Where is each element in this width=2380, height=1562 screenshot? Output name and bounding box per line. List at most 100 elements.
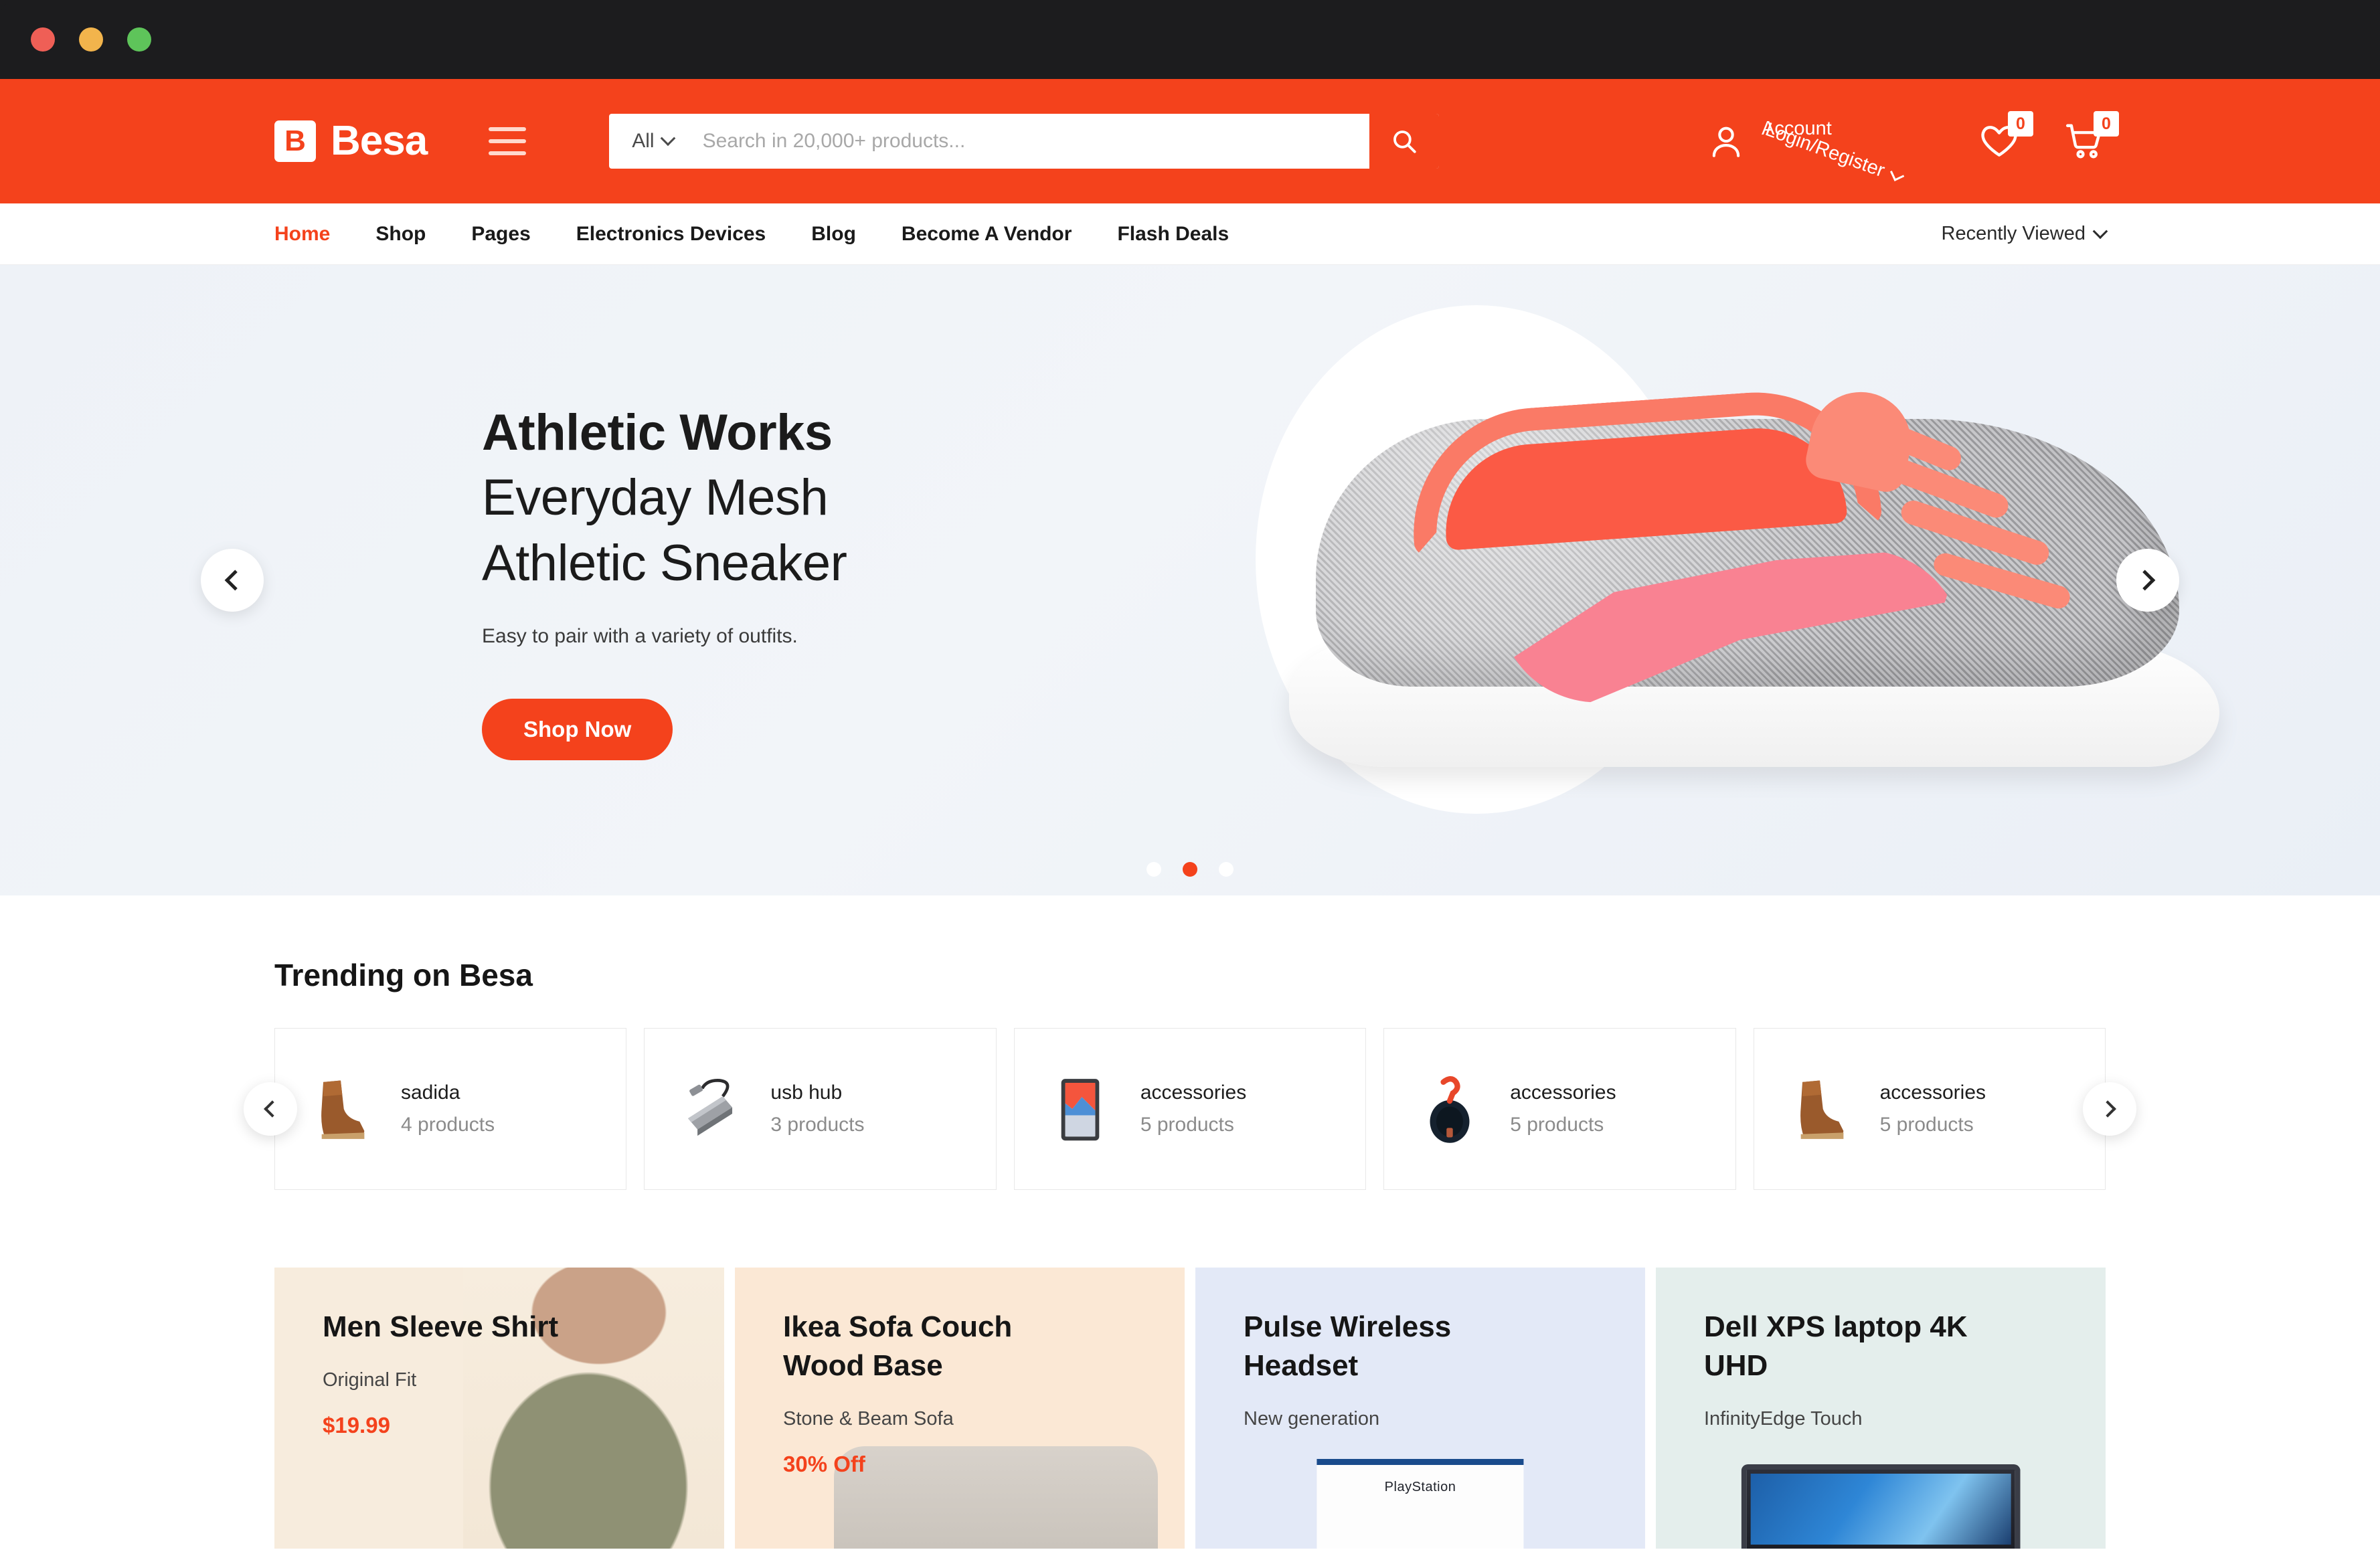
hero-subtitle: Easy to pair with a variety of outfits.	[482, 624, 798, 647]
recently-viewed-label: Recently Viewed	[1941, 223, 2086, 244]
trending-card-count: 5 products	[1510, 1114, 1604, 1136]
nav-item-pages[interactable]: Pages	[448, 223, 553, 246]
search-input[interactable]	[690, 114, 1370, 169]
promo-image-laptop	[1741, 1464, 2021, 1549]
shop-now-button[interactable]: Shop Now	[482, 698, 673, 760]
page-viewport: B Besa All Search in 20,000+ products...…	[0, 79, 2380, 1562]
wishlist-button[interactable]: 0	[1978, 111, 2033, 162]
hero-next-button[interactable]	[2116, 549, 2179, 612]
brand-mark-icon: B	[274, 120, 316, 162]
promo-card-pulse-headset[interactable]: PlayStation Pulse Wireless Headset New g…	[1195, 1268, 1645, 1549]
maximize-window-button[interactable]	[127, 27, 151, 52]
chevron-right-icon	[2099, 1100, 2116, 1118]
promo-image-playstation-box: PlayStation	[1316, 1458, 1524, 1549]
header-action-icons: 0 0	[1978, 111, 2119, 162]
chevron-down-icon	[1889, 167, 1905, 181]
trending-card[interactable]: usb hub 3 products	[644, 1028, 997, 1190]
promo-title: Pulse Wireless Headset	[1244, 1310, 1452, 1383]
nav-item-home[interactable]: Home	[274, 223, 353, 246]
hero-slide-dot[interactable]	[1219, 862, 1234, 877]
promo-subtitle: InfinityEdge Touch	[1704, 1408, 1863, 1430]
hero-text-block: Athletic Works Everyday Mesh Athletic Sn…	[274, 400, 944, 760]
trending-prev-button[interactable]	[244, 1082, 297, 1136]
trending-card-count: 3 products	[770, 1114, 865, 1136]
trending-card-count: 5 products	[1879, 1114, 1974, 1136]
boot-icon	[1777, 1066, 1863, 1152]
trending-card[interactable]: accessories 5 products	[1013, 1028, 1367, 1190]
window-controls	[31, 27, 151, 52]
trending-card-meta: accessories 5 products	[1510, 1081, 1616, 1136]
usb-hub-icon	[667, 1066, 753, 1152]
search-bar: All	[609, 114, 1440, 169]
promo-title: Ikea Sofa Couch Wood Base	[783, 1310, 1013, 1383]
promo-card-body: Men Sleeve Shirt Original Fit $19.99	[274, 1268, 724, 1438]
hamburger-bar	[489, 139, 527, 143]
promo-price: 30% Off	[783, 1452, 865, 1477]
hero-slide-dot[interactable]	[1146, 862, 1161, 877]
trending-card[interactable]: sadida 4 products	[274, 1028, 627, 1190]
nav-links: Home Shop Pages Electronics Devices Blog…	[274, 223, 1252, 246]
trending-card-meta: accessories 5 products	[1880, 1081, 1986, 1136]
promo-card-dell-xps[interactable]: Dell XPS laptop 4K UHD InfinityEdge Touc…	[1656, 1268, 2106, 1549]
minimize-window-button[interactable]	[79, 27, 103, 52]
close-window-button[interactable]	[31, 27, 55, 52]
promo-title: Men Sleeve Shirt	[323, 1310, 559, 1343]
hero-title-bold: Athletic Works	[482, 404, 833, 462]
hero-prev-button[interactable]	[201, 549, 264, 612]
chevron-right-icon	[2134, 570, 2156, 591]
hero-title: Athletic Works Everyday Mesh Athletic Sn…	[482, 400, 944, 596]
nav-item-electronics-devices[interactable]: Electronics Devices	[554, 223, 789, 246]
account-menu[interactable]: Account Login/Register	[1707, 116, 1909, 181]
promo-subtitle: Stone & Beam Sofa	[783, 1408, 954, 1430]
chevron-left-icon	[264, 1100, 281, 1118]
nav-item-become-a-vendor[interactable]: Become A Vendor	[879, 223, 1095, 246]
trending-section: Trending on Besa sadida 4 products usb h…	[0, 895, 2380, 1549]
playstation-logo-label: PlayStation	[1384, 1479, 1456, 1494]
promo-card-body: Pulse Wireless Headset New generation	[1195, 1268, 1645, 1430]
trending-next-button[interactable]	[2083, 1082, 2136, 1136]
trending-carousel: sadida 4 products usb hub 3 products acc…	[244, 1028, 2136, 1190]
search-category-label: All	[632, 130, 655, 152]
user-icon	[1707, 122, 1746, 161]
promo-card-row: Men Sleeve Shirt Original Fit $19.99 Ike…	[274, 1268, 2106, 1549]
brand-logo[interactable]: B Besa	[274, 118, 428, 164]
recently-viewed-dropdown[interactable]: Recently Viewed	[1941, 223, 2108, 245]
promo-subtitle: Original Fit	[323, 1369, 417, 1391]
promo-card-body: Ikea Sofa Couch Wood Base Stone & Beam S…	[735, 1268, 1185, 1477]
trending-card-meta: usb hub 3 products	[770, 1081, 864, 1136]
site-header: B Besa All Search in 20,000+ products...…	[0, 79, 2380, 203]
search-category-dropdown[interactable]: All	[609, 130, 690, 153]
search-icon	[1393, 131, 1416, 153]
browser-window: B Besa All Search in 20,000+ products...…	[0, 0, 2380, 1562]
cart-count-badge: 0	[2094, 111, 2119, 137]
promo-card-ikea-sofa[interactable]: Ikea Sofa Couch Wood Base Stone & Beam S…	[735, 1268, 1185, 1549]
hero-product-image	[1162, 265, 2260, 895]
hamburger-icon[interactable]	[489, 127, 529, 155]
trending-card-meta: accessories 5 products	[1140, 1081, 1246, 1136]
search-submit-button[interactable]	[1369, 114, 1440, 169]
main-navigation: Home Shop Pages Electronics Devices Blog…	[0, 203, 2380, 265]
trending-card[interactable]: accessories 5 products	[1753, 1028, 2106, 1190]
trending-card-name: usb hub	[770, 1081, 843, 1104]
nav-item-blog[interactable]: Blog	[788, 223, 879, 246]
wishlist-count-badge: 0	[2008, 111, 2033, 137]
trending-card-name: accessories	[1510, 1081, 1616, 1104]
hamburger-bar	[489, 127, 527, 131]
cart-button[interactable]: 0	[2064, 111, 2119, 162]
trending-card-row: sadida 4 products usb hub 3 products acc…	[274, 1028, 2106, 1190]
window-titlebar	[0, 0, 2380, 79]
promo-card-men-sleeve-shirt[interactable]: Men Sleeve Shirt Original Fit $19.99	[274, 1268, 724, 1549]
nav-item-flash-deals[interactable]: Flash Deals	[1094, 223, 1252, 246]
brand-name: Besa	[331, 118, 428, 164]
trending-card-count: 4 products	[401, 1114, 495, 1136]
hero-slide-dots	[1146, 862, 1234, 877]
trending-card[interactable]: accessories 5 products	[1383, 1028, 1736, 1190]
trending-card-name: accessories	[1879, 1081, 1986, 1104]
nav-item-shop[interactable]: Shop	[353, 223, 448, 246]
trending-card-name: accessories	[1140, 1081, 1247, 1104]
promo-price: $19.99	[323, 1413, 390, 1438]
sneaker-illustration	[1276, 372, 2253, 787]
hero-slide-dot-active[interactable]	[1183, 862, 1197, 877]
chevron-down-icon	[2092, 223, 2108, 239]
hero-carousel: Athletic Works Everyday Mesh Athletic Sn…	[0, 265, 2380, 895]
